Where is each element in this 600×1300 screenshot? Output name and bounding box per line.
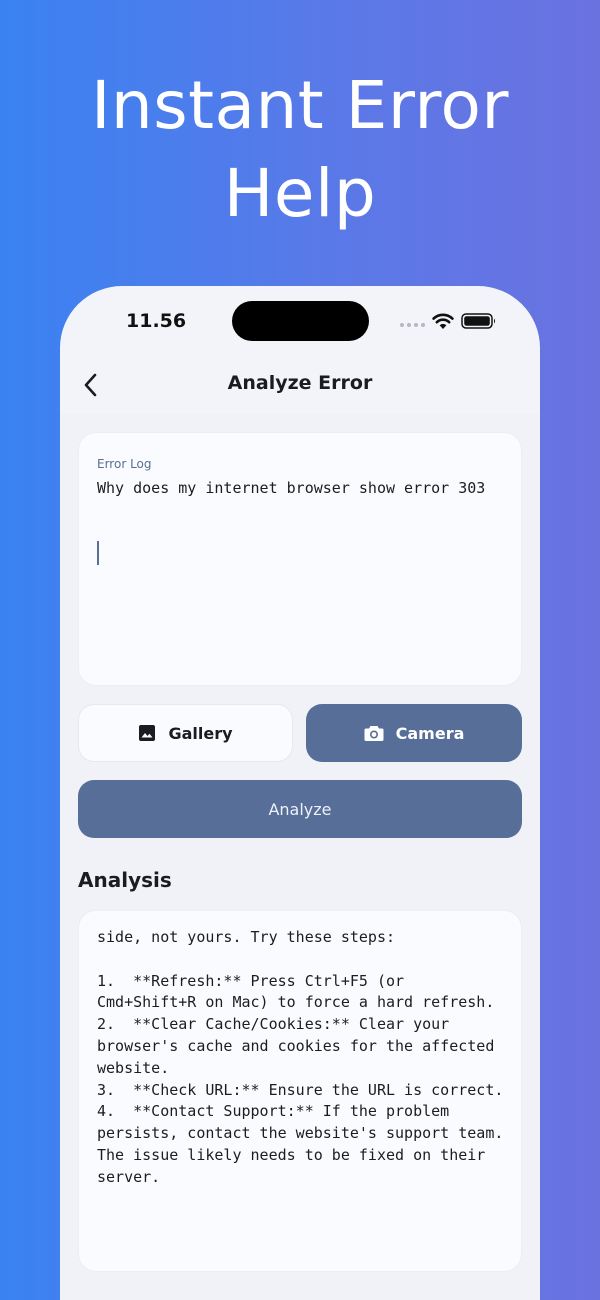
status-bar: 11.56 xyxy=(60,286,540,356)
wifi-icon xyxy=(432,313,454,329)
signal-dots-icon xyxy=(400,323,426,329)
image-icon xyxy=(139,725,156,741)
page-title: Analyze Error xyxy=(227,372,373,394)
error-log-input[interactable]: Why does my internet browser show error … xyxy=(97,477,501,667)
gallery-button-label: Gallery xyxy=(168,723,233,743)
analysis-card[interactable]: side, not yours. Try these steps: 1. **R… xyxy=(78,910,522,1272)
camera-button[interactable]: Camera xyxy=(306,704,522,762)
phone-frame: 11.56 Analyze Error Error Log Why does m… xyxy=(60,286,540,1300)
error-log-label: Error Log xyxy=(97,457,152,471)
dynamic-island xyxy=(232,301,369,341)
error-log-card: Error Log Why does my internet browser s… xyxy=(78,432,522,686)
headline-line-2: Help xyxy=(223,155,377,232)
camera-icon xyxy=(364,726,384,741)
headline-line-1: Instant Error xyxy=(90,67,510,144)
gallery-button[interactable]: Gallery xyxy=(78,704,293,762)
analysis-text: side, not yours. Try these steps: 1. **R… xyxy=(97,928,504,1186)
text-caret xyxy=(97,541,99,565)
content-area: Error Log Why does my internet browser s… xyxy=(60,414,540,1300)
camera-button-label: Camera xyxy=(395,723,465,743)
marketing-headline: Instant Error Help xyxy=(0,62,600,238)
analyze-button[interactable]: Analyze xyxy=(78,780,522,838)
analysis-heading: Analysis xyxy=(78,868,172,892)
navigation-bar: Analyze Error xyxy=(60,356,540,414)
analyze-button-label: Analyze xyxy=(268,799,332,819)
battery-icon xyxy=(461,313,495,329)
status-time: 11.56 xyxy=(126,310,187,332)
